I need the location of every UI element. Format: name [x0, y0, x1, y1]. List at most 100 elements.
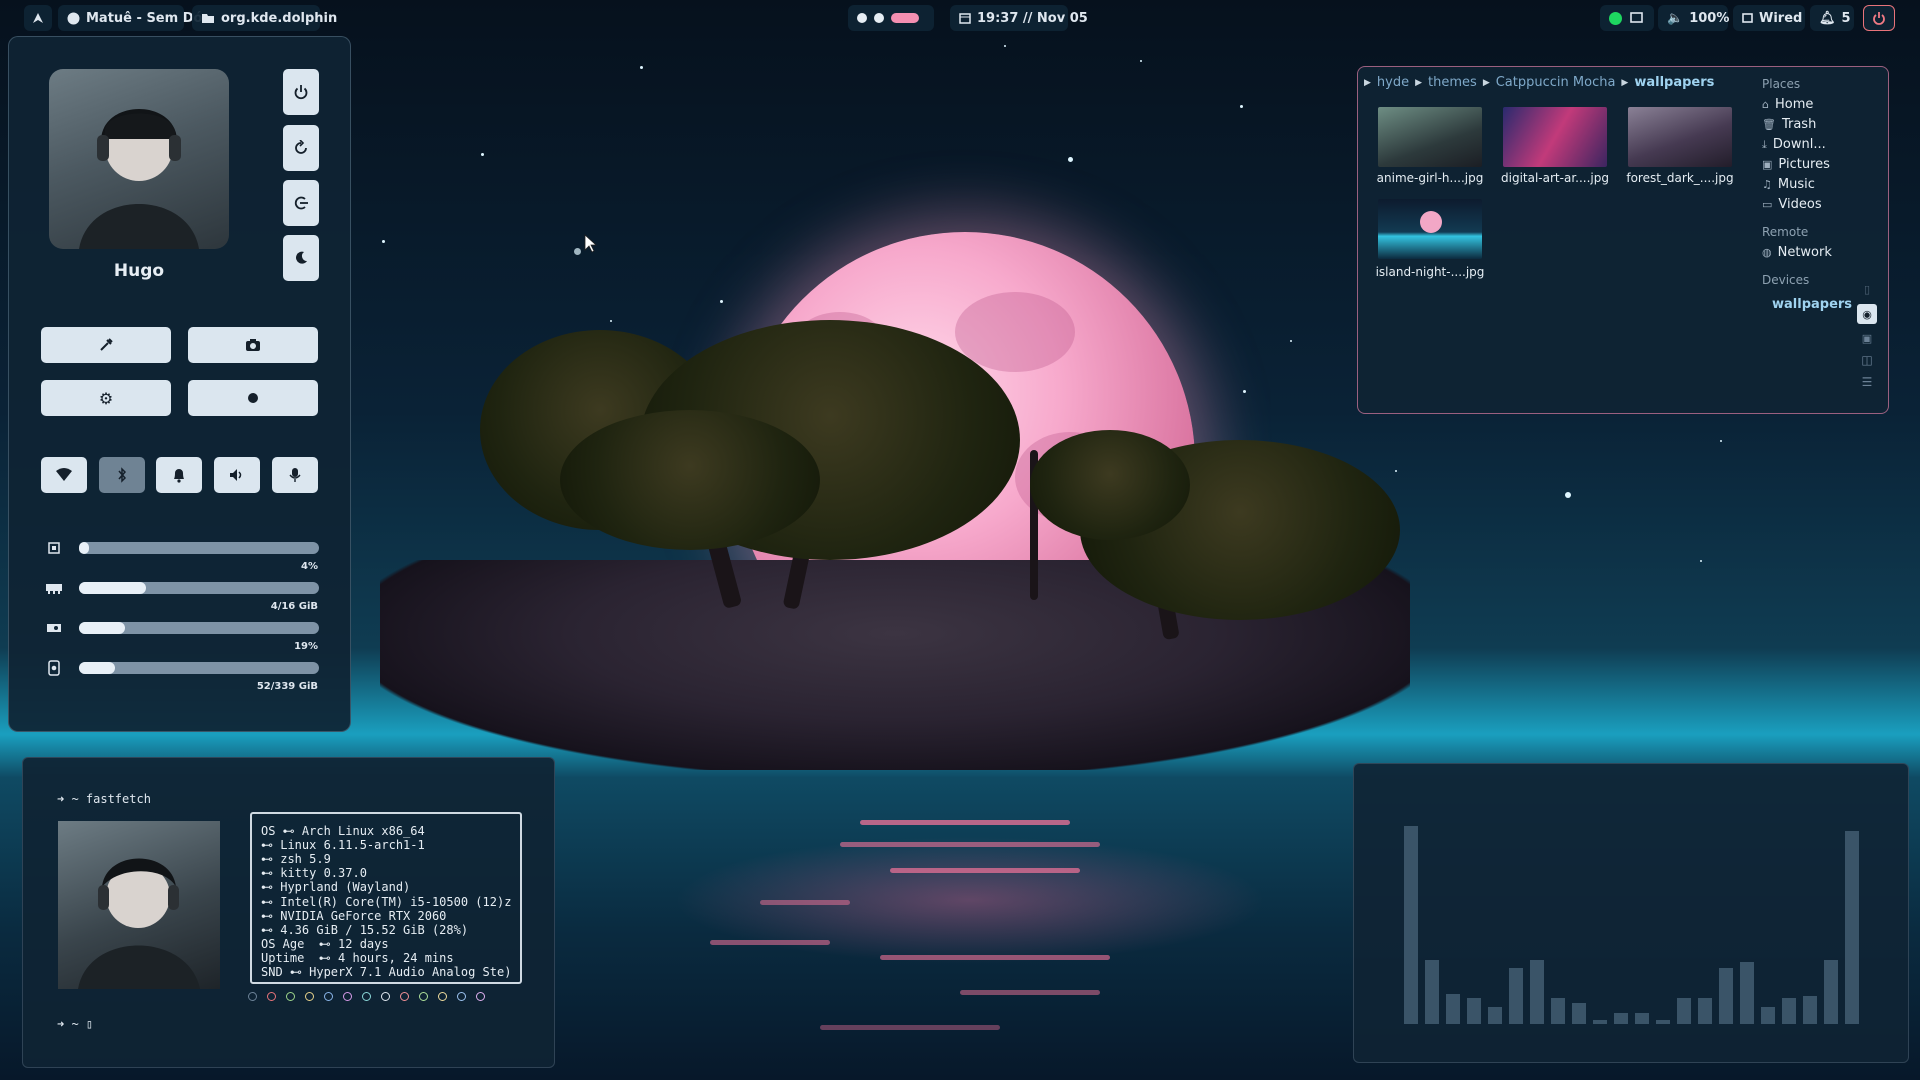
place-label: Home — [1774, 97, 1814, 112]
logout-button[interactable] — [283, 180, 319, 226]
spotify-icon — [67, 12, 80, 25]
place-pictures[interactable]: ▣ Pictures — [1762, 157, 1830, 172]
settings-button[interactable]: ⚙ — [41, 380, 171, 416]
notifications-toggle[interactable] — [156, 457, 202, 493]
visualizer-bar — [1761, 1006, 1775, 1024]
palette-dot — [305, 992, 314, 1001]
visualizer-bar — [1446, 993, 1460, 1024]
palette-dot — [248, 992, 257, 1001]
terminal-window[interactable]: ➜ ~ fastfetch ➜ ~ ▯ OS ⊷ Arch Linux x86_… — [22, 757, 555, 1068]
video-icon: ▭ — [1762, 198, 1773, 211]
workspace-active[interactable] — [891, 13, 919, 23]
workspace-switcher[interactable] — [848, 5, 934, 31]
bell-icon: 🔔︎ — [1819, 10, 1836, 26]
place-music[interactable]: ♫ Music — [1762, 177, 1815, 192]
breadcrumb-wallpapers[interactable]: wallpapers — [1634, 75, 1714, 90]
visualizer-bar — [1845, 830, 1859, 1024]
restart-button[interactable] — [283, 125, 319, 171]
app-id-label: org.kde.dolphin — [221, 10, 338, 26]
media-player-widget[interactable]: Matuê - Sem Dó — [58, 5, 202, 31]
chevron-right-icon: ▶ — [1415, 77, 1423, 88]
screenshot-button[interactable] — [188, 327, 318, 363]
mouse-cursor-icon — [584, 234, 598, 253]
bar-fill — [79, 662, 115, 674]
file-thumbnail[interactable] — [1378, 107, 1482, 167]
place-home[interactable]: ⌂ Home — [1762, 97, 1813, 112]
visualizer-bar — [1551, 998, 1565, 1024]
notifications-widget[interactable]: 🔔︎ 5 — [1810, 5, 1854, 31]
visualizer-bar — [1425, 959, 1439, 1024]
arch-launcher-icon[interactable] — [24, 5, 52, 31]
sleep-button[interactable] — [283, 235, 319, 281]
network-widget[interactable]: Wired — [1733, 5, 1805, 31]
volume-toggle[interactable] — [214, 457, 260, 493]
breadcrumb-catppuccin[interactable]: Catppuccin Mocha — [1496, 75, 1616, 90]
place-label: Pictures — [1778, 157, 1830, 172]
clock-widget[interactable]: 19:37 // Nov 05 — [950, 5, 1088, 31]
terminal-prompt: ➜ ~ ▯ — [57, 1017, 94, 1031]
device-wallpapers[interactable]: wallpapers — [1772, 297, 1852, 312]
place-videos[interactable]: ▭ Videos — [1762, 197, 1822, 212]
file-name[interactable]: forest_dark_....jpg — [1615, 171, 1745, 185]
file-thumbnail[interactable] — [1628, 107, 1732, 167]
split-view-icon[interactable]: ◫ — [1861, 353, 1872, 367]
file-name[interactable]: digital-art-ar....jpg — [1490, 171, 1620, 185]
tray-widget[interactable] — [1600, 5, 1654, 31]
place-downloads[interactable]: ⤓ Downl... — [1762, 137, 1826, 152]
image-icon[interactable]: ▣ — [1862, 332, 1872, 345]
fastfetch-line: OS Age ⊷ 12 days — [261, 936, 389, 951]
volume-widget[interactable]: 🔈 100% — [1658, 5, 1730, 31]
wifi-toggle[interactable] — [41, 457, 87, 493]
home-icon: ⌂ — [1762, 98, 1769, 111]
palette-dot — [267, 992, 276, 1001]
clock-label: 19:37 // Nov 05 — [977, 10, 1088, 26]
file-name[interactable]: anime-girl-h....jpg — [1365, 171, 1495, 185]
breadcrumb-themes[interactable]: themes — [1428, 75, 1477, 90]
window-title: Matuê - Sem Dó — [86, 10, 203, 26]
chevron-right-icon: ▶ — [1364, 77, 1371, 88]
palette-dot — [457, 992, 466, 1001]
remote-header: Remote — [1762, 225, 1809, 239]
list-view-icon[interactable]: ☰ — [1862, 375, 1873, 389]
display-tray-icon[interactable] — [1630, 12, 1643, 24]
ram-usage-label: 4/16 GiB — [270, 601, 318, 612]
user-avatar — [49, 69, 229, 249]
volume-label: 100% — [1689, 10, 1730, 26]
place-trash[interactable]: 🗑︎ Trash — [1762, 117, 1816, 132]
ethernet-icon — [1742, 12, 1753, 24]
color-picker-button[interactable] — [41, 327, 171, 363]
bell-icon — [172, 467, 186, 483]
bluetooth-toggle[interactable] — [99, 457, 145, 493]
disk-icon — [45, 659, 63, 677]
place-label: Downl... — [1772, 137, 1826, 152]
file-thumbnail[interactable] — [1503, 107, 1607, 167]
power-button[interactable] — [1863, 5, 1895, 31]
active-window-widget[interactable]: org.kde.dolphin — [192, 5, 337, 31]
microphone-toggle[interactable] — [272, 457, 318, 493]
fastfetch-line: OS ⊷ Arch Linux x86_64 — [261, 824, 425, 838]
speaker-icon: 🔈 — [1667, 10, 1684, 26]
palette-dot — [362, 992, 371, 1001]
place-network[interactable]: ◍ Network — [1762, 245, 1832, 260]
record-button[interactable] — [188, 380, 318, 416]
chevron-right-icon: ▶ — [1621, 77, 1629, 88]
workspace-dot[interactable] — [874, 13, 884, 23]
devices-header: Devices — [1762, 273, 1810, 287]
workspace-dot[interactable] — [857, 13, 867, 23]
microphone-icon — [289, 467, 301, 483]
power-icon — [293, 84, 309, 100]
fastfetch-line: Uptime ⊷ 4 hours, 24 mins — [261, 950, 454, 965]
palette-dot — [400, 992, 409, 1001]
fastfetch-line: ⊷ zsh 5.9 — [261, 852, 331, 867]
trash-icon: 🗑︎ — [1762, 118, 1776, 131]
spotify-tray-icon[interactable] — [1609, 11, 1622, 25]
file-name[interactable]: island-night-....jpg — [1365, 265, 1495, 279]
eye-icon[interactable]: ◉ — [1857, 304, 1877, 324]
file-thumbnail[interactable] — [1378, 199, 1482, 259]
power-button[interactable] — [283, 69, 319, 115]
breadcrumb-hyde[interactable]: hyde — [1377, 75, 1409, 90]
ram-usage-bar — [79, 582, 319, 594]
page-icon[interactable]: ▯ — [1864, 283, 1870, 296]
volume-icon — [229, 468, 245, 482]
dolphin-file-manager: ▶ hyde ▶ themes ▶ Catppuccin Mocha ▶ wal… — [1357, 66, 1889, 414]
